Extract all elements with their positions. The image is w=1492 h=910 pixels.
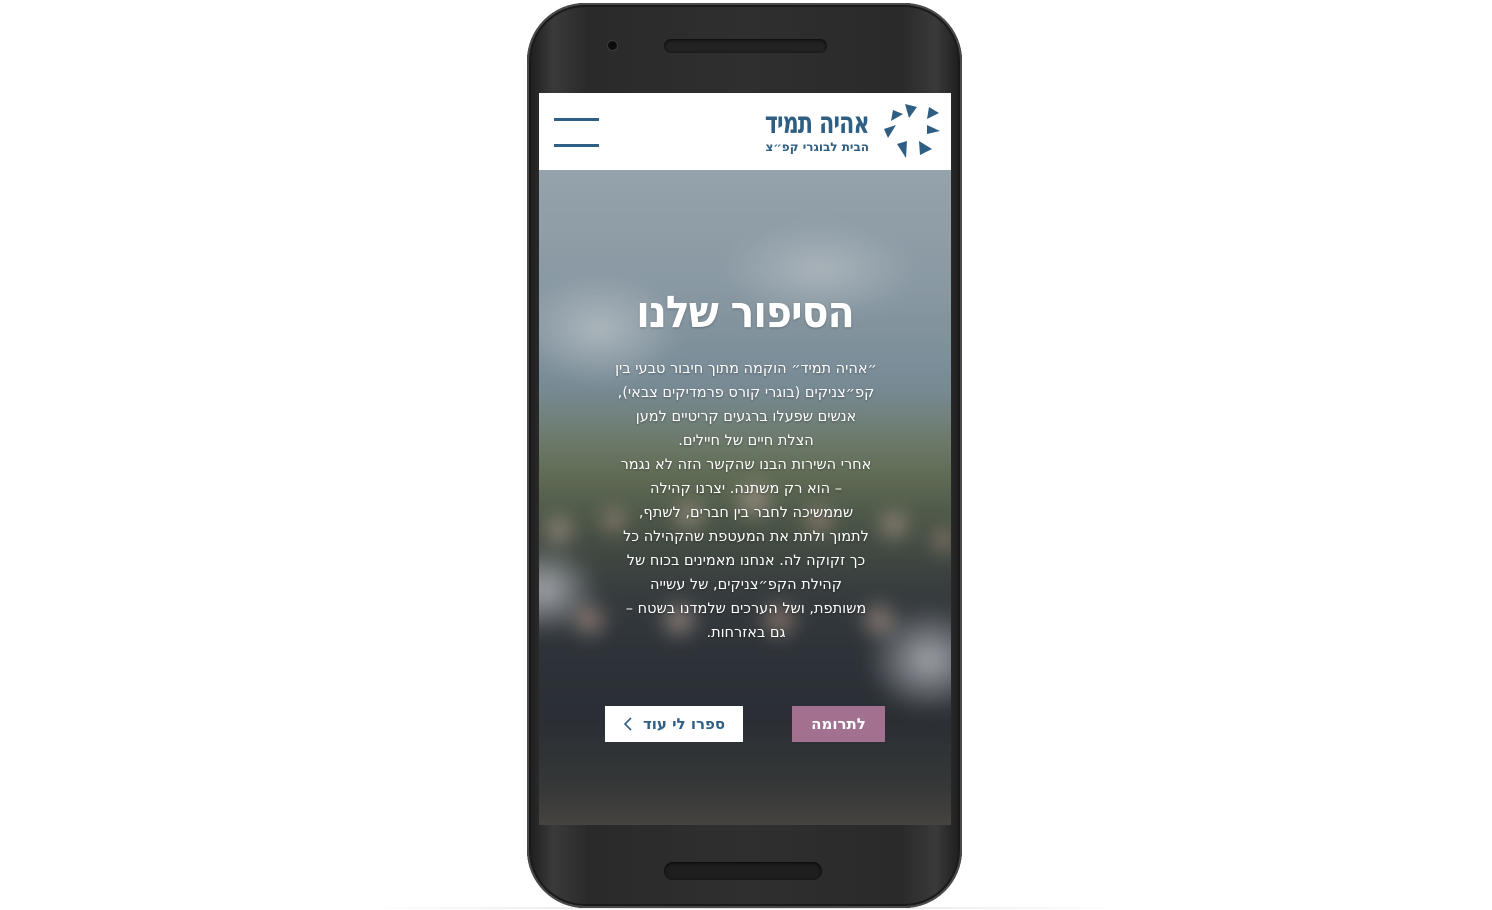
hero-line: כך זקוקה לה. אנחנו מאמינים בכוח של (626, 553, 866, 569)
hero-line: לתמוך ולתת את המעטפת שהקהילה כל (623, 529, 869, 545)
hero-line: – הוא רק משתנה. יצרנו קהילה (650, 481, 842, 497)
phone-mockup: אהיה תמיד הבית לבוגרי קפ״צ הסיפור שלנו ״… (527, 3, 962, 908)
hero-line: קהילת הקפ״צניקים, של עשייה (650, 577, 842, 593)
hero-line: הצלת חיים של חיילים. (678, 433, 814, 449)
hero-section: הסיפור שלנו ״אהיה תמיד״ הוקמה מתוך חיבור… (539, 170, 951, 825)
phone-screen: אהיה תמיד הבית לבוגרי קפ״צ הסיפור שלנו ״… (539, 93, 951, 825)
earpiece-speaker (664, 39, 827, 53)
chevron-left-icon (623, 717, 632, 731)
front-camera (608, 41, 617, 50)
hero-line: גם באזרחות. (706, 625, 786, 641)
hero-line: אחרי השירות הבנו שהקשר הזה לא נגמר (620, 457, 872, 473)
bottom-speaker (664, 862, 822, 880)
tell-me-more-label: ספרו לי עוד (642, 715, 726, 733)
hero-line: אנשים שפעלו ברגעים קריטיים למען (635, 409, 857, 425)
hero-line: משותפת, ושל הערכים שלמדנו בשטח – (625, 601, 867, 617)
donate-button-label: לתרומה (811, 715, 866, 733)
hero-line: ״אהיה תמיד״ הוקמה מתוך חיבור טבעי בין (615, 361, 877, 377)
site-header: אהיה תמיד הבית לבוגרי קפ״צ (539, 93, 951, 170)
hero-title: הסיפור שלנו (636, 287, 854, 338)
hamburger-menu-icon[interactable] (554, 118, 600, 148)
logo-title[interactable]: אהיה תמיד (765, 107, 870, 141)
hero-paragraph: ״אהיה תמיד״ הוקמה מתוך חיבור טבעי בין קפ… (603, 357, 889, 645)
hero-line: שממשיכה לחבר בין חברים, לשתף, (638, 505, 854, 521)
tell-me-more-button[interactable]: ספרו לי עוד (605, 706, 743, 742)
donate-button[interactable]: לתרומה (792, 706, 885, 742)
hero-line: קפ״צניקים (בוגרי קורס פרמדיקים צבאי), (617, 385, 875, 401)
logo-subtitle: הבית לבוגרי קפ״צ (765, 140, 869, 154)
logo-triangles-icon[interactable] (879, 101, 945, 163)
